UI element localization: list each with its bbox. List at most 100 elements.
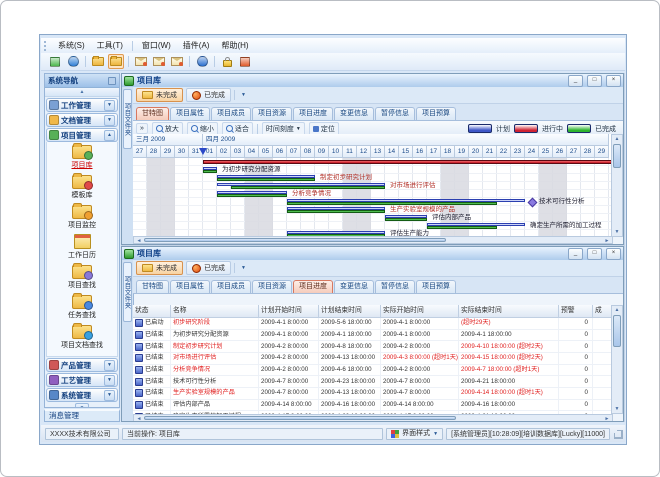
tab-unfinished[interactable]: 未完成	[136, 261, 183, 275]
group-work-management[interactable]: 工作管理▼	[46, 98, 118, 112]
chevron-down-icon[interactable]: ▼	[104, 115, 115, 126]
group-process-management[interactable]: 工艺管理▼	[46, 373, 118, 387]
filter-more-button[interactable]: ▼	[238, 263, 249, 274]
done-bar-为初步研究分配资源[interactable]	[203, 170, 217, 173]
menu-plugin[interactable]: 插件(A)	[177, 39, 216, 52]
scroll-left-icon[interactable]: ◄	[134, 237, 144, 244]
item-project-monitor[interactable]: 项目监控	[47, 202, 117, 232]
menu-window[interactable]: 窗口(W)	[136, 39, 177, 52]
done-bar-技术可行性分析[interactable]	[287, 202, 497, 205]
scroll-left-icon[interactable]: ◄	[134, 415, 144, 421]
gantt-tab-变更信息[interactable]: 变更信息	[334, 107, 374, 120]
item-task-search[interactable]: 任务查找	[47, 292, 117, 322]
scroll-right-icon[interactable]: ►	[602, 237, 612, 244]
project-folder-tab[interactable]: 项目文件夹	[123, 89, 132, 149]
table-tab-暂停信息[interactable]: 暂停信息	[375, 280, 415, 293]
help-button[interactable]	[194, 54, 210, 69]
column-header-实际开始时间[interactable]: 实际开始时间	[381, 305, 459, 318]
gantt-vertical-scrollbar[interactable]: ▲ ▼	[611, 134, 623, 237]
new-form-button[interactable]	[47, 54, 63, 69]
column-header-名称[interactable]: 名称	[171, 305, 259, 318]
chevron-down-icon[interactable]: ▼	[104, 100, 115, 111]
scroll-right-icon[interactable]: ►	[602, 415, 612, 421]
scroll-down-icon[interactable]: ▼	[612, 405, 622, 413]
table-row[interactable]: 已结束制定初步研究计划2009-4-2 8:00:002009-4-8 18:0…	[133, 341, 613, 353]
mail-open-button[interactable]	[151, 54, 167, 69]
item-work-calendar[interactable]: 工作日历	[47, 232, 117, 262]
tab-finished[interactable]: 已完成	[186, 88, 231, 102]
group-project-management[interactable]: 项目管理▲	[46, 128, 118, 142]
done-bar-制定初步研究计划[interactable]	[217, 178, 315, 181]
item-project-search[interactable]: 项目查找	[47, 262, 117, 292]
lock-button[interactable]	[219, 54, 235, 69]
menu-help[interactable]: 帮助(H)	[215, 39, 254, 52]
table-tab-项目属性[interactable]: 项目属性	[170, 280, 210, 293]
maximize-button[interactable]: □	[587, 248, 602, 260]
done-bar-确定生产所需的加工过程[interactable]	[427, 226, 497, 229]
done-bar-对市场进行评估[interactable]	[231, 186, 385, 189]
chevron-down-icon[interactable]: ▼	[104, 360, 115, 371]
gantt-tab-项目资源[interactable]: 项目资源	[252, 107, 292, 120]
sidebar-scroll-more-button[interactable]: ▼	[75, 403, 89, 408]
table-horizontal-scrollbar[interactable]: ◄ ►	[133, 414, 613, 421]
table-tab-项目预算[interactable]: 项目预算	[416, 280, 456, 293]
column-header-计划结束时间[interactable]: 计划结束时间	[319, 305, 381, 318]
filter-more-button[interactable]: ▼	[238, 90, 249, 101]
gantt-tab-项目属性[interactable]: 项目属性	[170, 107, 210, 120]
tab-finished[interactable]: 已完成	[186, 261, 231, 275]
done-bar-评估内部产品[interactable]	[385, 218, 427, 221]
table-row[interactable]: 已结束评估内部产品2009-4-14 8:00:002009-4-16 18:0…	[133, 400, 613, 412]
group-system-management[interactable]: 系统管理▼	[46, 388, 118, 402]
project-folder-tab[interactable]: 项目文件夹	[123, 262, 132, 322]
item-template-library[interactable]: 模板库	[47, 172, 117, 202]
table-row[interactable]: 已结束为初步研究分配资源2009-4-1 8:00:002009-4-1 18:…	[133, 330, 613, 342]
pin-icon[interactable]	[108, 77, 116, 85]
chevron-down-icon[interactable]: ▼	[104, 375, 115, 386]
table-tab-项目进度[interactable]: 项目进度	[293, 280, 333, 293]
scroll-thumb[interactable]	[144, 238, 446, 242]
minimize-button[interactable]: _	[568, 75, 583, 87]
table-row[interactable]: 已结束对市场进行评估2009-4-2 8:00:002009-4-13 18:0…	[133, 353, 613, 365]
gantt-tab-项目预算[interactable]: 项目预算	[416, 107, 456, 120]
menu-tools[interactable]: 工具(T)	[91, 39, 129, 52]
table-tab-变更信息[interactable]: 变更信息	[334, 280, 374, 293]
scroll-up-icon[interactable]: ▲	[612, 306, 622, 314]
table-row[interactable]: 已结束技术可行性分析2009-4-7 8:00:002009-4-23 18:0…	[133, 376, 613, 388]
mail-manage-button[interactable]	[169, 54, 185, 69]
gantt-tab-项目进度[interactable]: 项目进度	[293, 107, 333, 120]
column-header-预警[interactable]: 预警	[559, 305, 593, 318]
table-row[interactable]: 已启动初步研究阶段2009-4-1 8:00:002009-5-6 18:00:…	[133, 318, 613, 330]
done-bar-生产实验室规模的产品[interactable]	[287, 210, 385, 213]
table-row[interactable]: 已结束生产实验室规模的产品2009-4-7 8:00:002009-4-13 1…	[133, 388, 613, 400]
table-tab-甘特图[interactable]: 甘特图	[136, 280, 169, 293]
column-header-计划开始时间[interactable]: 计划开始时间	[259, 305, 319, 318]
group-document-management[interactable]: 文档管理▼	[46, 113, 118, 127]
scroll-thumb[interactable]	[613, 144, 621, 168]
folder-open-button[interactable]	[108, 54, 124, 69]
table-vertical-scrollbar[interactable]: ▲ ▼	[611, 305, 623, 414]
column-header-实际结束时间[interactable]: 实际结束时间	[459, 305, 559, 318]
scroll-thumb[interactable]	[144, 416, 456, 420]
column-header-成[interactable]: 成	[593, 305, 613, 318]
internet-button[interactable]	[65, 54, 81, 69]
scroll-thumb[interactable]	[613, 315, 621, 347]
minimize-button[interactable]: _	[568, 248, 583, 260]
scroll-down-icon[interactable]: ▼	[612, 228, 622, 236]
table-tab-项目资源[interactable]: 项目资源	[252, 280, 292, 293]
summary-bar-初步研究阶段[interactable]	[203, 160, 613, 164]
table-tab-项目成员[interactable]: 项目成员	[211, 280, 251, 293]
tab-unfinished[interactable]: 未完成	[136, 88, 183, 102]
sidebar-tab-message-management[interactable]: 消息管理	[44, 409, 120, 422]
chevron-up-icon[interactable]: ▲	[104, 130, 115, 141]
ui-style-dropdown[interactable]: 界面样式 ▼	[386, 428, 443, 440]
group-product-management[interactable]: 产品管理▼	[46, 358, 118, 372]
gantt-horizontal-scrollbar[interactable]: ◄ ►	[133, 236, 613, 244]
folder-closed-button[interactable]	[90, 54, 106, 69]
gantt-tab-暂停信息[interactable]: 暂停信息	[375, 107, 415, 120]
more-tools-button[interactable]: »	[136, 123, 148, 134]
gantt-tab-项目成员[interactable]: 项目成员	[211, 107, 251, 120]
mail-new-button[interactable]	[133, 54, 149, 69]
done-bar-分析竞争情况[interactable]	[217, 194, 287, 197]
table-row[interactable]: 已结束分析竞争情况2009-4-2 8:00:002009-4-6 18:00:…	[133, 365, 613, 377]
exit-button[interactable]	[237, 54, 253, 69]
